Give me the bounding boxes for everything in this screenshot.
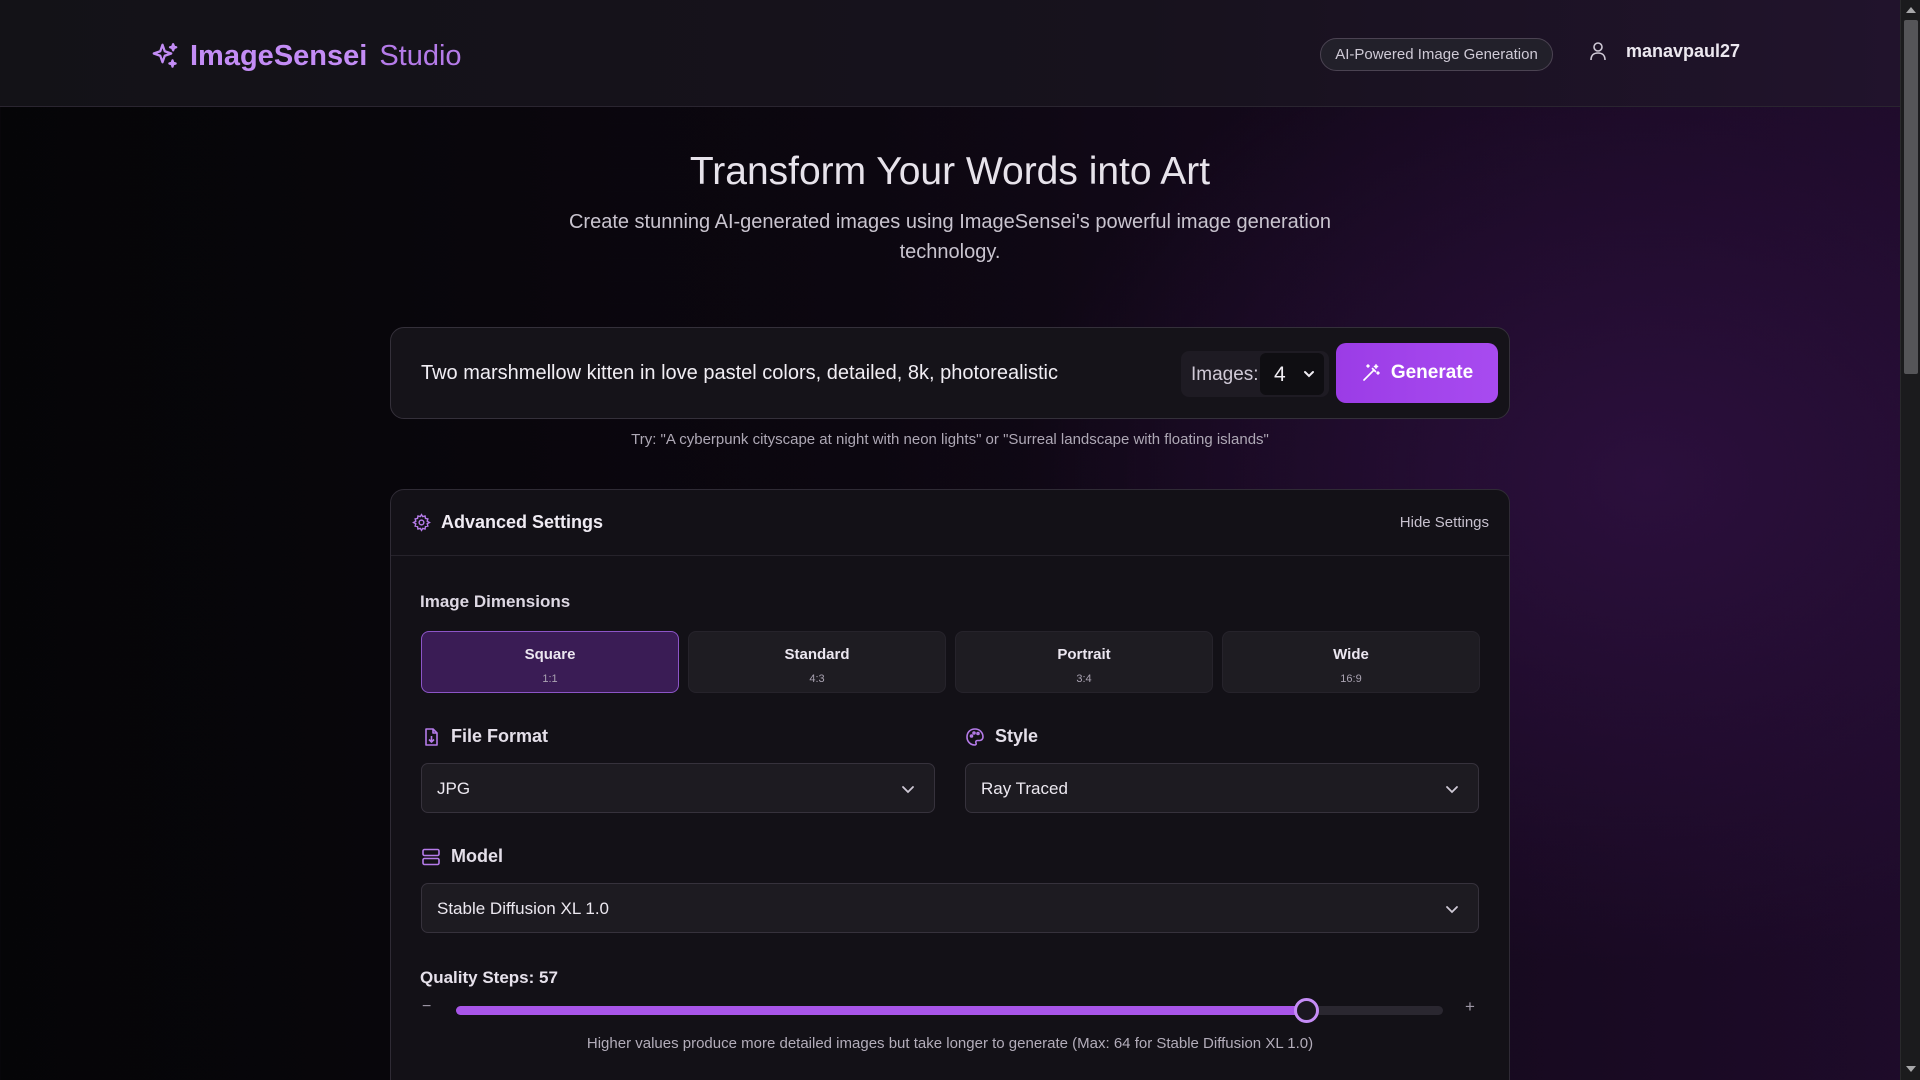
- model-value: Stable Diffusion XL 1.0: [437, 899, 610, 918]
- images-count-value: 4: [1274, 363, 1286, 386]
- page-title: Transform Your Words into Art: [689, 150, 1211, 193]
- style-label: Style: [965, 726, 1038, 747]
- chevron-down-icon: [902, 786, 914, 794]
- style-value: Ray Traced: [981, 779, 1068, 798]
- sparkles-icon: [152, 43, 178, 68]
- settings-title: Advanced Settings: [441, 512, 604, 532]
- file-format-value: JPG: [437, 779, 471, 798]
- prompt-suggestions: Try: "A cyberpunk cityscape at night wit…: [631, 431, 1269, 448]
- user-menu[interactable]: manavpaul27: [1588, 40, 1740, 62]
- chevron-down-icon: [1446, 906, 1458, 914]
- dimension-ratio: 16:9: [1340, 673, 1362, 685]
- user-icon: [1590, 42, 1606, 61]
- app-header: ImageSensei Studio AI-Powered Image Gene…: [0, 0, 1900, 107]
- scroll-up-arrow-icon[interactable]: [1906, 7, 1916, 13]
- dimension-name: Standard: [784, 646, 850, 663]
- generate-label: Generate: [1390, 362, 1474, 383]
- images-label: Images:: [1191, 364, 1259, 385]
- dimension-ratio: 3:4: [1076, 673, 1092, 685]
- file-format-label: File Format: [421, 726, 548, 747]
- username: manavpaul27: [1626, 40, 1741, 61]
- quality-slider[interactable]: [456, 998, 1443, 1023]
- quality-steps-label: Quality Steps: 57: [420, 968, 558, 987]
- file-format-select[interactable]: JPG: [421, 763, 935, 813]
- dimension-name: Portrait: [1057, 646, 1111, 663]
- page-subtitle: Create stunning AI-generated images usin…: [568, 211, 1332, 263]
- logo-subtext: Studio: [379, 39, 462, 72]
- image-dimensions-label: Image Dimensions: [420, 592, 571, 611]
- prompt-bar: Two marshmellow kitten in love pastel co…: [390, 327, 1510, 419]
- file-icon: [425, 727, 438, 746]
- dimension-option-wide[interactable]: Wide 16:9: [1222, 631, 1480, 693]
- scroll-thumb[interactable]: [1904, 20, 1918, 374]
- dimension-option-standard[interactable]: Standard 4:3: [688, 631, 946, 693]
- logo[interactable]: ImageSensei Studio: [150, 36, 462, 76]
- feature-badge: AI-Powered Image Generation: [1320, 38, 1553, 71]
- quality-slider-fill: [456, 1006, 1306, 1015]
- scroll-down-arrow-icon[interactable]: [1906, 1066, 1916, 1072]
- logo-text: ImageSensei: [190, 39, 368, 72]
- magic-wand-icon: [1362, 364, 1380, 381]
- generate-button[interactable]: Generate: [1336, 343, 1498, 403]
- page-scrollbar[interactable]: [1900, 0, 1920, 1080]
- images-count-control: Images: 4: [1181, 351, 1329, 397]
- dimension-ratio: 4:3: [809, 673, 825, 685]
- dimension-option-portrait[interactable]: Portrait 3:4: [955, 631, 1213, 693]
- images-count-select[interactable]: 4: [1260, 353, 1324, 395]
- dimension-option-square[interactable]: Square 1:1: [421, 631, 679, 693]
- dimension-name: Wide: [1333, 646, 1369, 663]
- model-select[interactable]: Stable Diffusion XL 1.0: [421, 883, 1479, 933]
- quality-increase-button[interactable]: +: [1465, 997, 1475, 1017]
- model-label-text: Model: [451, 846, 503, 866]
- style-label-text: Style: [995, 726, 1039, 746]
- settings-header: Advanced Settings Hide Settings: [391, 490, 1509, 556]
- server-icon: [422, 848, 440, 865]
- quality-help-text: Higher values produce more detailed imag…: [586, 1035, 1314, 1052]
- palette-icon: [966, 727, 984, 746]
- model-label: Model: [421, 846, 503, 867]
- dimension-name: Square: [524, 646, 576, 663]
- dimension-ratio: 1:1: [542, 673, 558, 685]
- gear-icon: [412, 513, 431, 532]
- quality-slider-thumb[interactable]: [1294, 998, 1319, 1023]
- hide-settings-button[interactable]: Hide Settings: [1400, 514, 1489, 531]
- style-select[interactable]: Ray Traced: [965, 763, 1479, 813]
- chevron-down-icon: [1446, 786, 1458, 794]
- quality-decrease-button[interactable]: −: [422, 998, 431, 1016]
- prompt-input[interactable]: Two marshmellow kitten in love pastel co…: [421, 362, 1058, 385]
- file-format-label-text: File Format: [451, 726, 549, 746]
- chevron-down-icon: [1304, 371, 1314, 378]
